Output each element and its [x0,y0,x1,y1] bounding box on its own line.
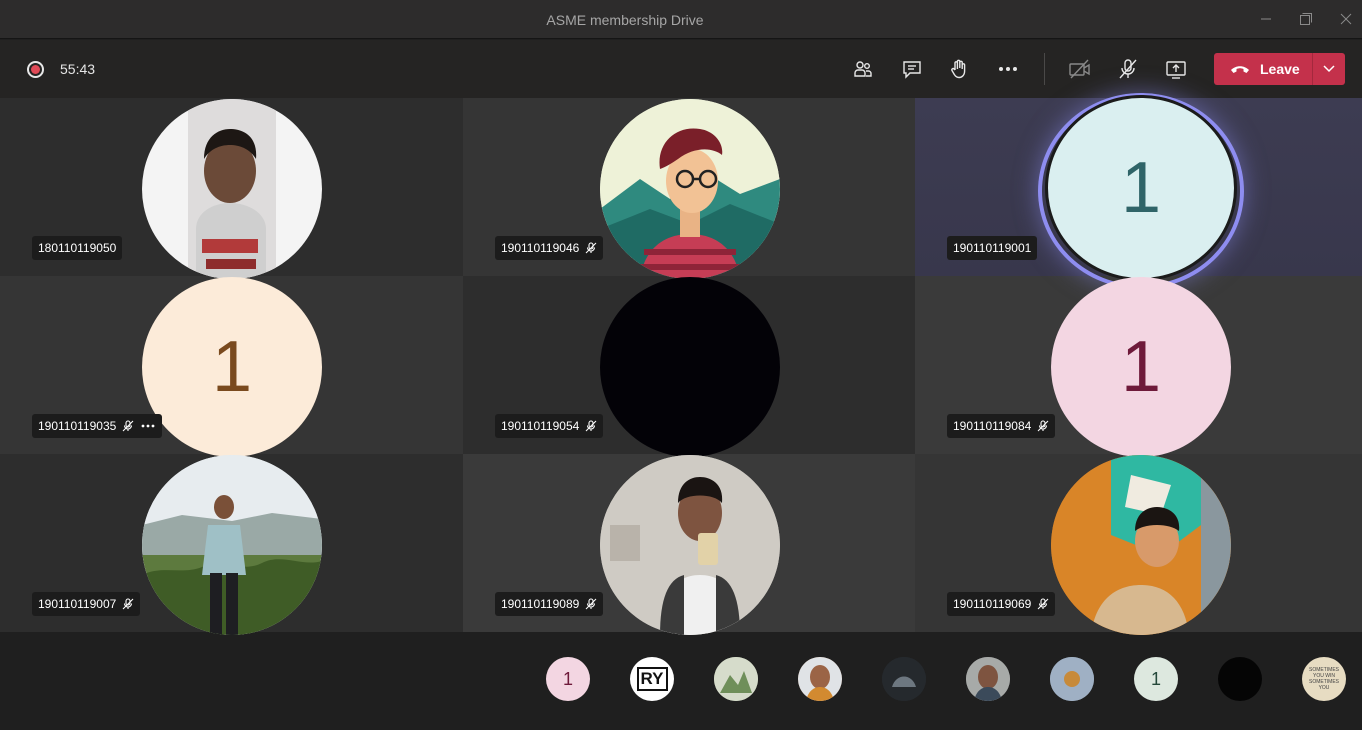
participant-tile[interactable]: 190110119046 [463,98,915,279]
toolbar-separator [1044,53,1045,85]
more-icon [999,67,1017,71]
mic-off-icon [1119,59,1137,79]
participant-name: 190110119001 [953,241,1032,255]
share-icon [1166,61,1186,79]
participant-avatar [142,455,322,635]
participant-thumbnail[interactable]: RY [630,657,674,701]
participant-avatar [600,99,780,279]
participant-avatar [1051,455,1231,635]
camera-toggle-button[interactable] [1067,56,1093,82]
participant-thumbnail[interactable] [882,657,926,701]
leave-button[interactable]: Leave [1214,53,1345,85]
mic-off-icon [122,598,134,610]
participant-thumbnail[interactable] [798,657,842,701]
participant-tile[interactable]: 190110119007 [0,454,463,635]
participants-button[interactable] [850,56,876,82]
participant-thumbnail[interactable] [1050,657,1094,701]
participant-name-tag: 190110119084 [947,414,1056,438]
participant-thumbnail[interactable] [966,657,1010,701]
mic-toggle-button[interactable] [1115,56,1141,82]
participant-name: 190110119046 [501,241,580,255]
more-options-icon[interactable] [140,420,156,432]
participant-thumbnail[interactable] [1218,657,1262,701]
participant-name: 190110119069 [953,597,1032,611]
participant-name-tag: 190110119007 [32,592,141,616]
participant-thumbnail[interactable] [714,657,758,701]
meeting-toolbar: 55:43 Leave [0,40,1362,98]
mic-off-icon [1037,420,1049,432]
recording-indicator-icon [27,61,44,78]
restore-button[interactable] [1295,8,1317,30]
chat-icon [903,61,921,79]
minimize-button[interactable] [1255,8,1277,30]
participant-tile[interactable]: 190110119069 [915,454,1362,635]
participant-name: 190110119089 [501,597,580,611]
ry-logo: RY [636,667,668,691]
participant-tile[interactable]: 1 190110119084 [915,276,1362,457]
participant-avatar [600,455,780,635]
participant-name-tag: 190110119046 [495,236,604,260]
participant-thumbnail[interactable]: 1 [546,657,590,701]
participant-avatar: 1 [142,277,322,457]
mic-off-icon [585,420,597,432]
participant-thumbnail[interactable]: 1 [1134,657,1178,701]
participant-avatar: 1 [1045,95,1237,281]
participant-avatar: 1 [1051,277,1231,457]
participant-name: 180110119050 [38,241,117,255]
participant-name: 190110119007 [38,597,117,611]
leave-options-dropdown[interactable] [1313,53,1345,85]
participant-name: 190110119084 [953,419,1032,433]
raise-hand-button[interactable] [946,56,972,82]
mic-off-icon [122,420,134,432]
participant-name-tag: 190110119035 [32,414,163,438]
participant-tile[interactable]: 190110119054 [463,276,915,457]
window-title: ASME membership Drive [546,12,704,28]
participant-tile-active-speaker[interactable]: 1 190110119001 [915,93,1362,289]
share-screen-button[interactable] [1163,56,1189,82]
hand-icon [951,59,966,79]
chevron-down-icon [1323,65,1335,73]
camera-off-icon [1069,59,1090,79]
participant-name-tag: 180110119050 [32,236,123,260]
participant-avatar [142,99,322,279]
participant-tile[interactable]: 180110119050 [0,98,463,279]
leave-label: Leave [1260,61,1300,77]
participant-tile[interactable]: 190110119089 [463,454,915,635]
mic-off-icon [585,598,597,610]
close-button[interactable] [1335,8,1357,30]
participant-name: 190110119054 [501,419,580,433]
people-icon [854,61,872,77]
meeting-timer: 55:43 [60,61,96,77]
participant-tile[interactable]: 1 190110119035 [0,276,463,457]
overflow-participants-strip: 1 RY 1 SOMETIMES YOU WIN SOMETIMES YOU [0,632,1362,730]
leave-main[interactable]: Leave [1214,53,1312,85]
mic-off-icon [585,242,597,254]
participant-thumbnail[interactable]: SOMETIMES YOU WIN SOMETIMES YOU [1302,657,1346,701]
participant-name-tag: 190110119001 [947,236,1038,260]
participant-avatar [600,277,780,457]
more-actions-button[interactable] [995,56,1021,82]
participant-name-tag: 190110119054 [495,414,604,438]
hang-up-icon [1231,66,1249,73]
participant-name-tag: 190110119089 [495,592,604,616]
chat-button[interactable] [899,56,925,82]
video-grid: 180110119050 190110119046 1 190110119001… [0,93,1362,635]
participant-name: 190110119035 [38,419,117,433]
mic-off-icon [1037,598,1049,610]
participant-name-tag: 190110119069 [947,592,1056,616]
title-bar: ASME membership Drive [0,0,1362,39]
